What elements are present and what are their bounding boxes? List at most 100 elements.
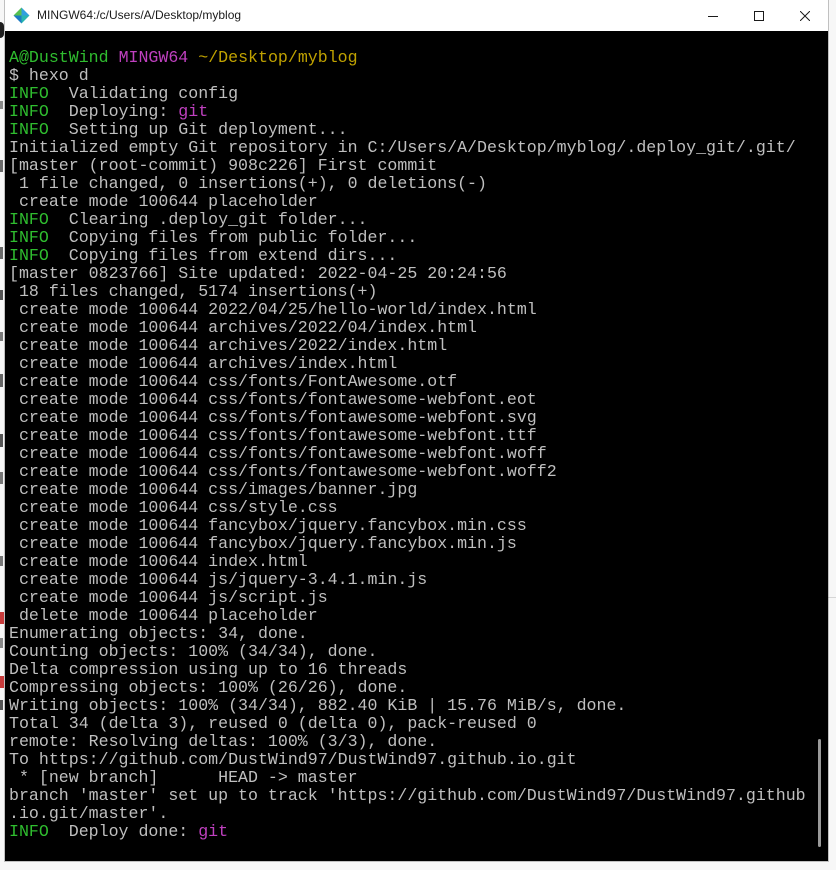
terminal-text: create mode 100644 css/fonts/fontawesome… (9, 408, 537, 427)
terminal-text: ~/Desktop/myblog (198, 48, 358, 67)
terminal-text: create mode 100644 js/jquery-3.4.1.min.j… (9, 570, 428, 589)
terminal-line: create mode 100644 css/fonts/fontawesome… (9, 445, 812, 463)
terminal-text: Deploy done: (48, 822, 199, 841)
background-window-fragment (0, 290, 3, 300)
mingw64-icon-graphic (13, 7, 30, 24)
terminal-line: create mode 100644 css/images/banner.jpg (9, 481, 812, 499)
background-window-fragment (0, 472, 3, 484)
terminal-line: INFO Copying files from extend dirs... (9, 247, 812, 265)
terminal-text: create mode 100644 css/fonts/fontawesome… (9, 426, 537, 445)
terminal-text: create mode 100644 index.html (9, 552, 308, 571)
terminal-text: git (198, 822, 229, 841)
info-label: INFO (9, 210, 49, 229)
mingw64-icon (13, 7, 30, 24)
terminal-text: create mode 100644 css/fonts/fontawesome… (9, 390, 537, 409)
terminal-line: create mode 100644 css/fonts/FontAwesome… (9, 373, 812, 391)
terminal-line: To https://github.com/DustWind97/DustWin… (9, 751, 812, 769)
terminal-text: 18 files changed, 5174 insertions(+) (9, 282, 378, 301)
minimize-button[interactable] (690, 0, 736, 31)
terminal-line: create mode 100644 archives/2022/index.h… (9, 337, 812, 355)
terminal-text: Writing objects: 100% (34/34), 882.40 Ki… (9, 696, 627, 715)
terminal-text: A@DustWind (9, 48, 109, 67)
terminal-line: create mode 100644 fancybox/jquery.fancy… (9, 535, 812, 553)
terminal-text: Copying files from extend dirs... (48, 246, 398, 265)
terminal-text: [master 0823766] Site updated: 2022-04-2… (9, 264, 507, 283)
background-window-fragment (0, 556, 3, 566)
background-window-fragment (0, 247, 3, 259)
terminal-line: INFO Deploying: git (9, 103, 812, 121)
terminal-line: 1 file changed, 0 insertions(+), 0 delet… (9, 175, 812, 193)
scrollbar[interactable] (812, 31, 828, 861)
terminal-text: create mode 100644 placeholder (9, 192, 318, 211)
terminal-line: create mode 100644 css/fonts/fontawesome… (9, 391, 812, 409)
terminal-text: Clearing .deploy_git folder... (48, 210, 368, 229)
background-window-fragment (0, 638, 3, 648)
terminal-line: INFO Setting up Git deployment... (9, 121, 812, 139)
info-label: INFO (9, 246, 49, 265)
terminal-line: * [new branch] HEAD -> master (9, 769, 812, 787)
terminal-text: delete mode 100644 placeholder (9, 606, 318, 625)
terminal-line: create mode 100644 placeholder (9, 193, 812, 211)
terminal-line: Writing objects: 100% (34/34), 882.40 Ki… (9, 697, 812, 715)
terminal-output[interactable]: A@DustWind MINGW64 ~/Desktop/myblog $ hex… (5, 31, 812, 861)
background-window-fragment (0, 160, 3, 172)
terminal-text: create mode 100644 css/style.css (9, 498, 338, 517)
terminal-line: delete mode 100644 placeholder (9, 607, 812, 625)
terminal-line: $ hexo d (9, 67, 812, 85)
terminal-text: Counting objects: 100% (34/34), done. (9, 642, 378, 661)
terminal-line: 18 files changed, 5174 insertions(+) (9, 283, 812, 301)
terminal-line: create mode 100644 css/fonts/fontawesome… (9, 427, 812, 445)
background-divider (828, 597, 836, 598)
terminal-line: create mode 100644 fancybox/jquery.fancy… (9, 517, 812, 535)
terminal-text: Compressing objects: 100% (26/26), done. (9, 678, 408, 697)
terminal-line: create mode 100644 css/fonts/fontawesome… (9, 463, 812, 481)
terminal-text: 1 file changed, 0 insertions(+), 0 delet… (9, 174, 487, 193)
terminal-line: create mode 100644 index.html (9, 553, 812, 571)
terminal-text: git (178, 102, 209, 121)
terminal-text: Total 34 (delta 3), reused 0 (delta 0), … (9, 714, 537, 733)
terminal-line: create mode 100644 js/script.js (9, 589, 812, 607)
terminal-text: Setting up Git deployment... (48, 120, 348, 139)
terminal-text: To https://github.com/DustWind97/DustWin… (9, 750, 577, 769)
terminal-text: .io.git/master'. (9, 804, 169, 823)
terminal-text: Validating config (48, 84, 239, 103)
info-label: INFO (9, 120, 49, 139)
window-controls (690, 0, 828, 31)
terminal-text: create mode 100644 css/images/banner.jpg (9, 480, 418, 499)
terminal-line: [master 0823766] Site updated: 2022-04-2… (9, 265, 812, 283)
terminal-text: Deploying: (48, 102, 179, 121)
terminal-line: create mode 100644 css/style.css (9, 499, 812, 517)
terminal-line: Total 34 (delta 3), reused 0 (delta 0), … (9, 715, 812, 733)
terminal-line: Compressing objects: 100% (26/26), done. (9, 679, 812, 697)
info-label: INFO (9, 822, 49, 841)
terminal-line: INFO Deploy done: git (9, 823, 812, 841)
terminal-line: [master (root-commit) 908c226] First com… (9, 157, 812, 175)
scrollbar-thumb[interactable] (818, 739, 821, 847)
background-window-fragment (0, 612, 4, 624)
terminal-line: create mode 100644 archives/index.html (9, 355, 812, 373)
terminal-text: create mode 100644 archives/index.html (9, 354, 398, 373)
terminal-line: create mode 100644 css/fonts/fontawesome… (9, 409, 812, 427)
terminal-text: create mode 100644 archives/2022/index.h… (9, 336, 448, 355)
terminal-text: create mode 100644 css/fonts/fontawesome… (9, 444, 547, 463)
title-bar[interactable]: MINGW64:/c/Users/A/Desktop/myblog (5, 0, 828, 31)
terminal-line: remote: Resolving deltas: 100% (3/3), do… (9, 733, 812, 751)
info-label: INFO (9, 228, 49, 247)
terminal-text: create mode 100644 css/fonts/fontawesome… (9, 462, 557, 481)
terminal-line: Initialized empty Git repository in C:/U… (9, 139, 812, 157)
maximize-button[interactable] (736, 0, 782, 31)
terminal-line: .io.git/master'. (9, 805, 812, 823)
close-button[interactable] (782, 0, 828, 31)
terminal-line: Enumerating objects: 34, done. (9, 625, 812, 643)
terminal-text: Delta compression using up to 16 threads (9, 660, 408, 679)
terminal-text: MINGW64 (118, 48, 189, 67)
terminal-line: A@DustWind MINGW64 ~/Desktop/myblog (9, 49, 812, 67)
minimize-icon (708, 15, 718, 17)
background-window-fragment (0, 700, 3, 710)
terminal-line: INFO Validating config (9, 85, 812, 103)
terminal-text: create mode 100644 fancybox/jquery.fancy… (9, 516, 527, 535)
terminal-line: Counting objects: 100% (34/34), done. (9, 643, 812, 661)
